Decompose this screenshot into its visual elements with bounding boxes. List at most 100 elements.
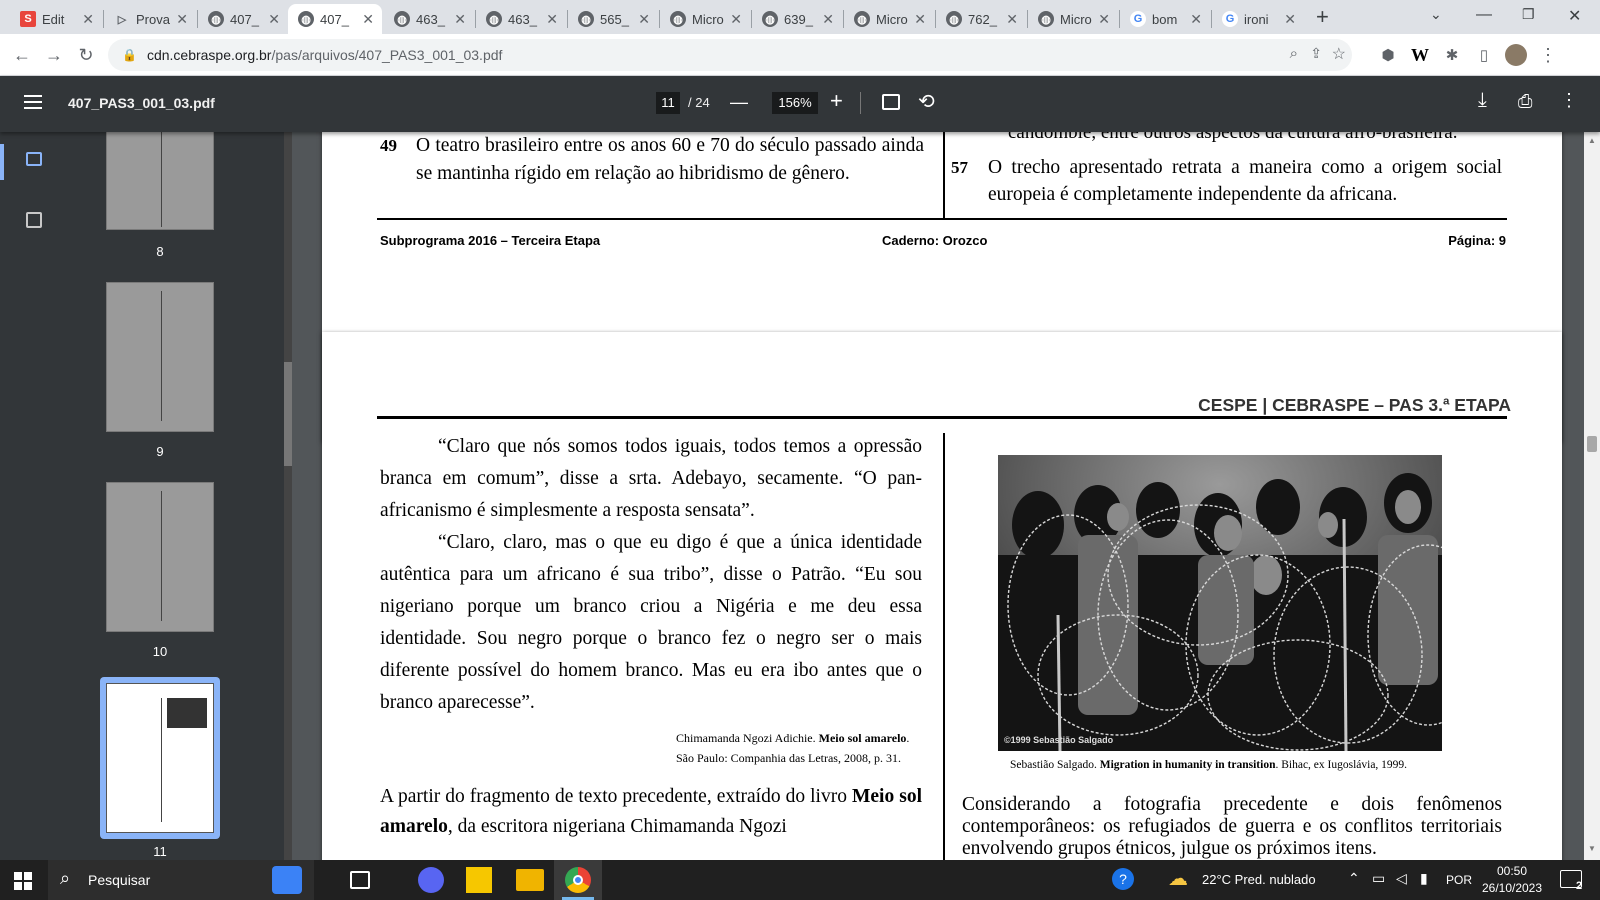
globe-icon: ◍ — [670, 11, 686, 27]
thumbnail-page-8[interactable] — [106, 130, 214, 230]
bookmark-star-icon[interactable]: ☆ — [1332, 44, 1346, 64]
new-tab-button[interactable]: + — [1316, 4, 1329, 30]
zoom-input[interactable]: 156% — [772, 92, 818, 114]
thumbnails-view-icon[interactable] — [26, 152, 42, 166]
close-tab-icon[interactable]: ✕ — [1098, 11, 1110, 28]
footer-subprogram: Subprograma 2016 – Terceira Etapa — [380, 233, 601, 248]
search-highlight-icon — [272, 866, 302, 894]
scroll-down-icon[interactable]: ▼ — [1588, 844, 1596, 853]
tab-title: ironi — [1244, 11, 1269, 27]
scroll-up-icon[interactable]: ▲ — [1588, 136, 1596, 145]
side-panel-icon[interactable]: ▯ — [1472, 43, 1496, 67]
windows-start-icon[interactable] — [14, 872, 32, 890]
close-tab-icon[interactable]: ✕ — [1190, 11, 1202, 28]
globe-icon: ◍ — [854, 11, 870, 27]
page-number-input[interactable]: 11 — [656, 92, 680, 114]
thumbnail-number: 11 — [153, 844, 167, 859]
close-tab-icon[interactable]: ✕ — [362, 11, 374, 28]
tab-1[interactable]: S Edit ✕ — [10, 4, 102, 34]
tab-3[interactable]: ◍ 407_ ✕ — [198, 4, 288, 34]
network-icon[interactable]: ▭ — [1372, 870, 1385, 887]
close-tab-icon[interactable]: ✕ — [914, 11, 926, 28]
more-actions-icon[interactable]: ⋮ — [1560, 90, 1578, 111]
quote-paragraph-2: “Claro, claro, mas o que eu digo é que a… — [380, 532, 922, 713]
close-tab-icon[interactable]: ✕ — [1006, 11, 1018, 28]
profile-avatar[interactable] — [1504, 43, 1528, 67]
sticky-notes-icon[interactable] — [466, 867, 492, 893]
close-tab-icon[interactable]: ✕ — [268, 11, 280, 28]
reload-button[interactable]: ↻ — [74, 43, 98, 67]
tab-7[interactable]: ◍ 565_ ✕ — [568, 4, 658, 34]
photo-caption-b: . Bihac, ex Iugoslávia, 1999. — [1275, 759, 1408, 771]
tab-strip: S Edit ✕ ▷ Prova ✕ ◍ 407_ ✕ ◍ 407_ ✕ ◍ 4… — [0, 0, 1600, 34]
clock-time[interactable]: 00:50 — [1480, 864, 1544, 878]
fit-page-icon[interactable] — [882, 94, 900, 110]
extension-shield-icon[interactable]: ⬢ — [1376, 43, 1400, 67]
weather-text[interactable]: 22°C Pred. nublado — [1202, 872, 1316, 887]
close-tab-icon[interactable]: ✕ — [454, 11, 466, 28]
tab-2[interactable]: ▷ Prova ✕ — [104, 4, 196, 34]
close-tab-icon[interactable]: ✕ — [730, 11, 742, 28]
tab-title: Micro — [876, 11, 908, 27]
help-icon[interactable]: ? — [1112, 868, 1134, 890]
zoom-out-button[interactable]: — — [730, 92, 748, 113]
close-tab-icon[interactable]: ✕ — [82, 11, 94, 28]
sidebar-scrollbar[interactable] — [284, 132, 292, 860]
discord-icon[interactable] — [418, 867, 444, 893]
close-tab-icon[interactable]: ✕ — [822, 11, 834, 28]
scrollbar-thumb[interactable] — [1587, 436, 1597, 452]
tab-4-active[interactable]: ◍ 407_ ✕ — [288, 4, 382, 34]
tab-11[interactable]: ◍ 762_ ✕ — [936, 4, 1026, 34]
browser-menu-icon[interactable]: ⋮ — [1536, 43, 1560, 67]
weather-icon[interactable]: ☁ — [1168, 866, 1188, 891]
chrome-taskbar-button[interactable] — [554, 860, 602, 900]
url-bar[interactable]: 🔒 cdn.cebraspe.org.br/pas/arquivos/407_P… — [108, 39, 1352, 71]
tab-9[interactable]: ◍ 639_ ✕ — [752, 4, 842, 34]
clock-date[interactable]: 26/10/2023 — [1476, 881, 1548, 895]
language-indicator[interactable]: POR — [1446, 873, 1472, 887]
close-tab-icon[interactable]: ✕ — [638, 11, 650, 28]
close-tab-icon[interactable]: ✕ — [1284, 11, 1296, 28]
thumbnail-page-10[interactable] — [106, 482, 214, 632]
tab-10[interactable]: ◍ Micro ✕ — [844, 4, 934, 34]
zoom-in-button[interactable]: + — [830, 88, 843, 114]
outline-view-icon[interactable] — [26, 212, 42, 228]
tray-chevron-icon[interactable]: ⌃ — [1348, 870, 1360, 887]
question-49-text: O teatro brasileiro entre os anos 60 e 7… — [416, 135, 924, 184]
zoom-icon[interactable]: ⌕ — [1290, 45, 1298, 62]
tab-8[interactable]: ◍ Micro ✕ — [660, 4, 750, 34]
close-tab-icon[interactable]: ✕ — [176, 11, 188, 28]
close-tab-icon[interactable]: ✕ — [546, 11, 558, 28]
rotate-icon[interactable]: ⟲ — [918, 89, 935, 114]
pdf-filename: 407_PAS3_001_03.pdf — [68, 95, 215, 111]
forward-button[interactable]: → — [42, 43, 66, 67]
tab-search-chevron-icon[interactable]: ⌄ — [1430, 6, 1442, 23]
file-explorer-icon[interactable] — [516, 869, 544, 891]
wikipedia-extension-icon[interactable]: W — [1408, 43, 1432, 67]
citation-publisher: São Paulo: Companhia das Letras, 2008, p… — [676, 751, 901, 765]
task-view-icon[interactable] — [350, 871, 370, 889]
citation-title: Meio sol amarelo — [818, 731, 907, 745]
tab-6[interactable]: ◍ 463_ ✕ — [476, 4, 566, 34]
sidebar-menu-icon[interactable] — [24, 95, 42, 109]
main-scrollbar[interactable]: ▲ ▼ — [1584, 132, 1600, 860]
taskbar-search-box[interactable]: ⌕ Pesquisar — [48, 860, 314, 900]
download-icon[interactable]: ⤓ — [1478, 89, 1487, 112]
globe-icon: ◍ — [208, 11, 224, 27]
print-icon[interactable]: ⎙ — [1518, 91, 1532, 112]
close-window-button[interactable]: ✕ — [1568, 6, 1581, 26]
restore-button[interactable]: ❐ — [1522, 6, 1535, 23]
tab-13[interactable]: G bom ✕ — [1120, 4, 1210, 34]
volume-icon[interactable]: ◁ — [1396, 870, 1407, 887]
tab-12[interactable]: ◍ Micro ✕ — [1028, 4, 1118, 34]
thumbnail-page-9[interactable] — [106, 282, 214, 432]
minimize-button[interactable]: — — [1476, 6, 1492, 24]
battery-icon[interactable]: ▮ — [1420, 870, 1428, 887]
extensions-puzzle-icon[interactable]: ✱ — [1440, 43, 1464, 67]
thumbnail-page-11-selected[interactable] — [106, 683, 214, 833]
tab-5[interactable]: ◍ 463_ ✕ — [384, 4, 474, 34]
tab-14[interactable]: G ironi ✕ — [1212, 4, 1304, 34]
taskbar-search-label: Pesquisar — [88, 872, 151, 888]
back-button[interactable]: ← — [10, 43, 34, 67]
share-icon[interactable]: ⇪ — [1310, 45, 1322, 62]
